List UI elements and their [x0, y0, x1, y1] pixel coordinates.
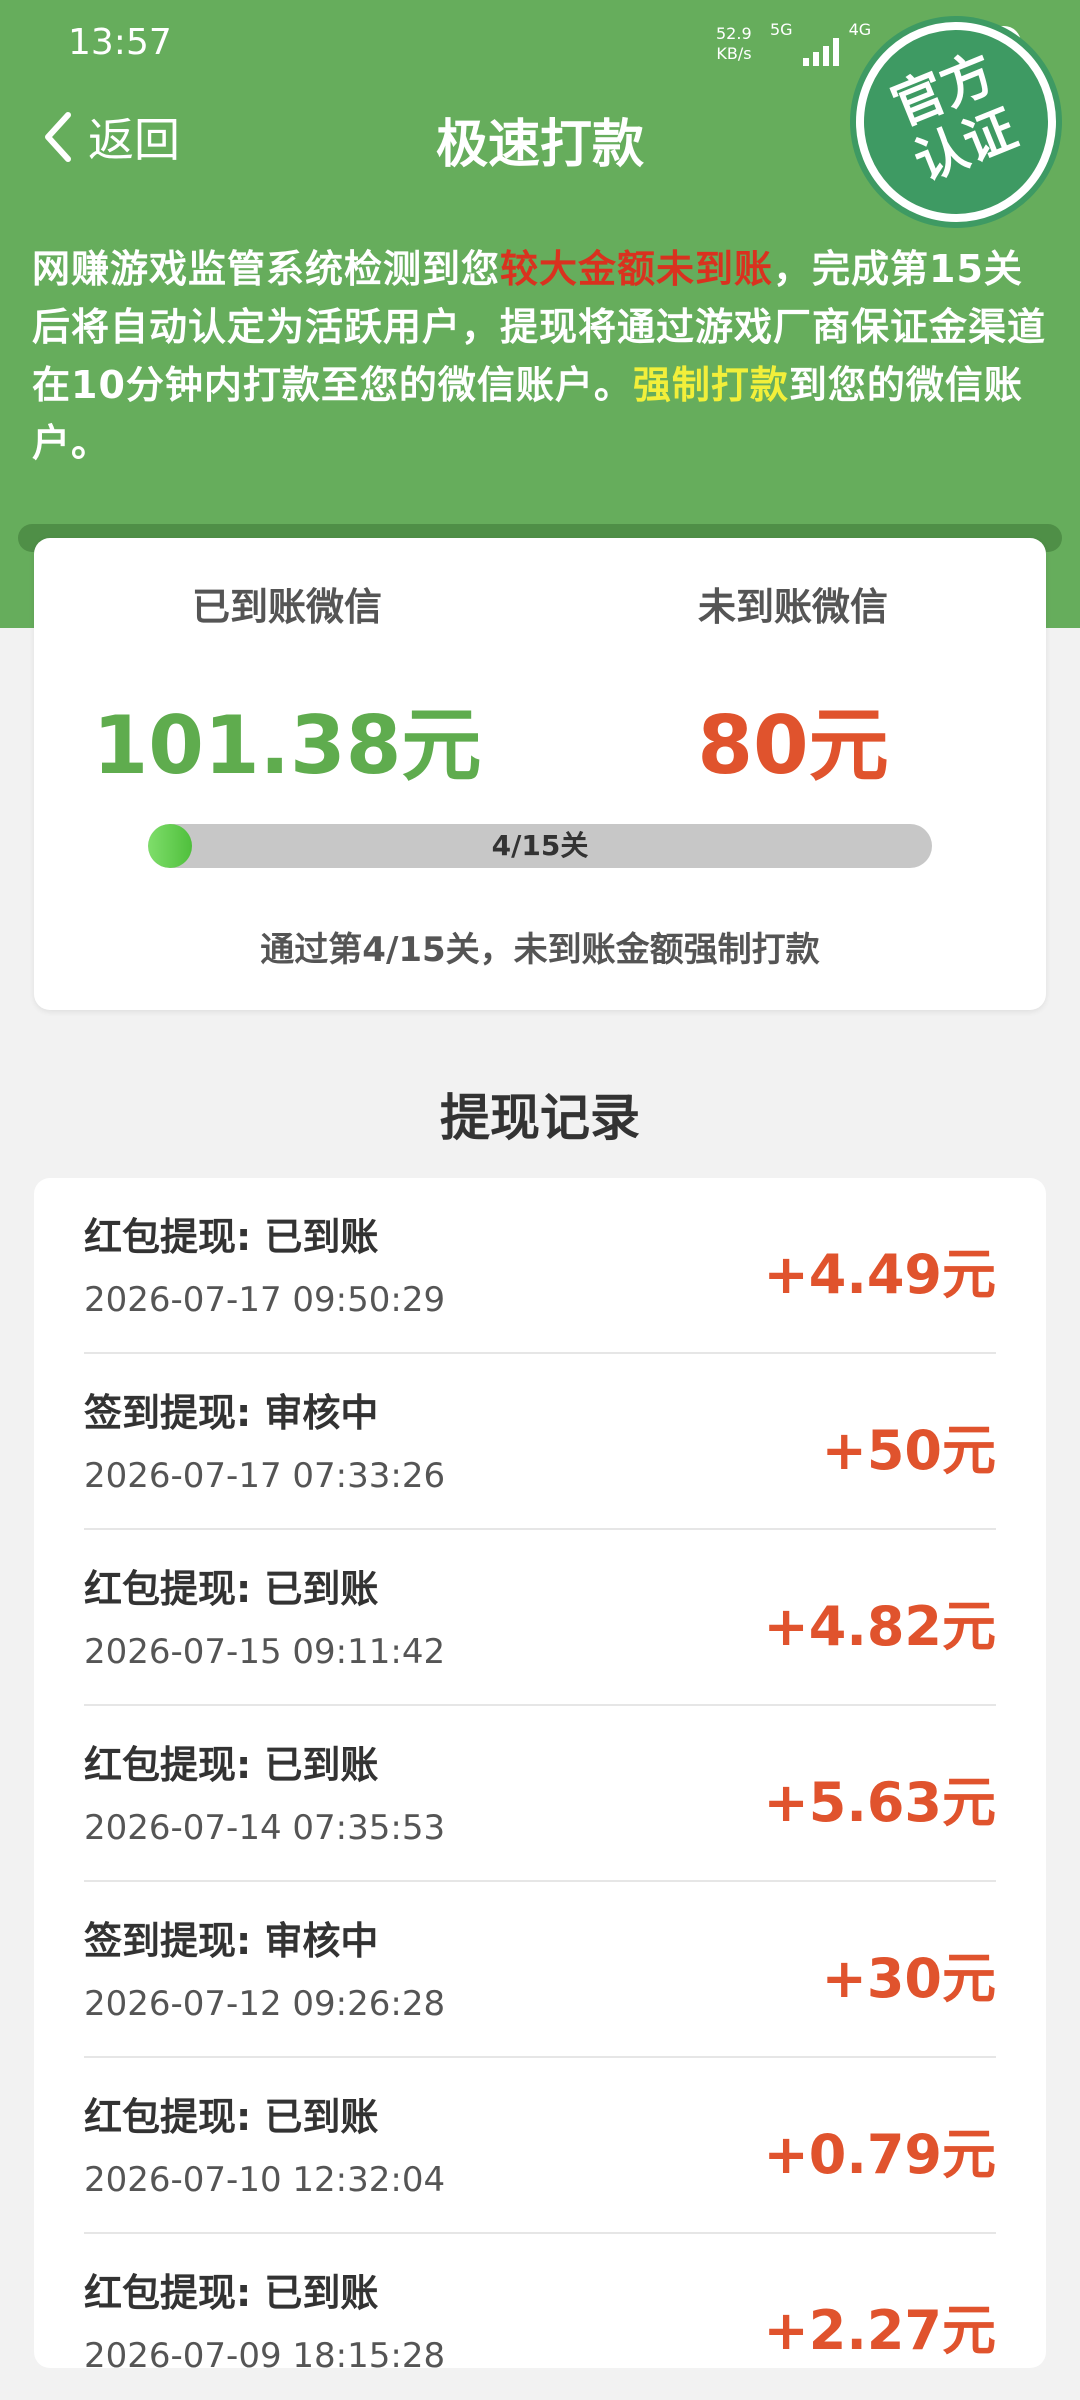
progress-hint: 通过第4/15关，未到账金额强制打款 [260, 930, 820, 970]
record-type: 红包提现: 已到账 [84, 1215, 379, 1259]
record-time: 2026-07-15 09:11:42 [84, 1632, 446, 1672]
notice-part-1: 网赚游戏监管系统检测到您 [32, 247, 501, 291]
record-time: 2026-07-12 09:26:28 [84, 1984, 446, 2024]
record-row[interactable]: 签到提现: 审核中 2026-07-17 07:33:26 +50元 [84, 1354, 996, 1530]
record-amount: +50元 [821, 1419, 996, 1482]
level-progress-text: 4/15关 [491, 829, 589, 862]
record-time: 2026-07-17 09:50:29 [84, 1280, 446, 1320]
records-title: 提现记录 [440, 1089, 640, 1147]
record-amount: +4.82元 [763, 1595, 996, 1658]
received-label: 已到账微信 [191, 585, 382, 629]
network-speed: 52.9 KB/s [716, 24, 752, 64]
record-row[interactable]: 红包提现: 已到账 2026-07-09 18:15:28 +2.27元 [84, 2234, 996, 2368]
record-amount: +2.27元 [763, 2299, 996, 2362]
record-type: 红包提现: 已到账 [84, 1743, 379, 1787]
record-row[interactable]: 签到提现: 审核中 2026-07-12 09:26:28 +30元 [84, 1882, 996, 2058]
level-progress-bar: 4/15关 [148, 824, 932, 868]
record-amount: +0.79元 [763, 2123, 996, 2186]
withdraw-records-list[interactable]: 红包提现: 已到账 2026-07-17 09:50:29 +4.49元签到提现: … [34, 1178, 1046, 2368]
record-row[interactable]: 红包提现: 已到账 2026-07-17 09:50:29 +4.49元 [84, 1178, 996, 1354]
status-time: 13:57 [68, 22, 172, 63]
record-amount: +4.49元 [763, 1243, 996, 1306]
notice-text: 网赚游戏监管系统检测到您较大金额未到账，完成第15关后将自动认定为活跃用户，提现… [32, 240, 1048, 472]
record-type: 红包提现: 已到账 [84, 1567, 379, 1611]
record-amount: +5.63元 [763, 1771, 996, 1834]
record-time: 2026-07-09 18:15:28 [84, 2336, 446, 2368]
notice-highlight-red: 较大金额未到账 [500, 247, 774, 291]
record-time: 2026-07-17 07:33:26 [84, 1456, 446, 1496]
record-row[interactable]: 红包提现: 已到账 2026-07-10 12:32:04 +0.79元 [84, 2058, 996, 2234]
record-type: 签到提现: 审核中 [84, 1919, 379, 1963]
record-type: 签到提现: 审核中 [84, 1391, 379, 1435]
notice-highlight-yellow: 强制打款 [632, 363, 789, 407]
signal-5g-label: 5G [770, 20, 793, 39]
pending-label: 未到账微信 [697, 585, 888, 629]
received-amount: 101.38元 [92, 699, 482, 792]
signal-bars-icon [802, 36, 839, 66]
record-row[interactable]: 红包提现: 已到账 2026-07-15 09:11:42 +4.82元 [84, 1530, 996, 1706]
record-type: 红包提现: 已到账 [84, 2271, 379, 2315]
record-row[interactable]: 红包提现: 已到账 2026-07-14 07:35:53 +5.63元 [84, 1706, 996, 1882]
record-amount: +30元 [821, 1947, 996, 2010]
record-time: 2026-07-10 12:32:04 [84, 2160, 446, 2200]
signal-4g-label: 4G [848, 20, 872, 39]
network-speed-value: 52.9 [716, 24, 752, 43]
received-column: 已到账微信 101.38元 [34, 576, 540, 797]
record-type: 红包提现: 已到账 [84, 2095, 379, 2139]
summary-card: 已到账微信 101.38元 未到账微信 80元 4/15关 通过第4/15关，未… [34, 538, 1046, 1010]
record-time: 2026-07-14 07:35:53 [84, 1808, 446, 1848]
network-speed-unit: KB/s [716, 44, 752, 63]
pending-column: 未到账微信 80元 [540, 576, 1046, 797]
pending-amount: 80元 [697, 699, 889, 792]
